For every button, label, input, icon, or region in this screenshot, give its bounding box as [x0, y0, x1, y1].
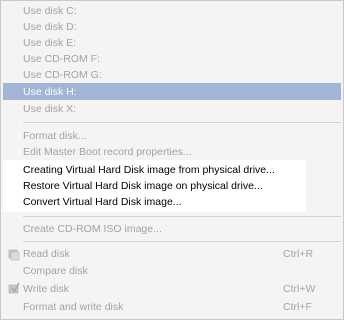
menu-separator — [23, 122, 341, 123]
menu-item-use-cdrom-f[interactable]: Use CD-ROM F: — [23, 51, 100, 67]
read-disk-shortcut: Ctrl+R — [283, 248, 314, 260]
menu-item-convert-vhd[interactable]: Convert Virtual Hard Disk image... — [23, 194, 182, 210]
format-write-shortcut: Ctrl+F — [283, 301, 312, 313]
menu-item-create-iso[interactable]: Create CD-ROM ISO image... — [23, 221, 162, 237]
menu-item-use-disk-c[interactable]: Use disk C: — [23, 3, 77, 19]
menu-item-format-disk[interactable]: Format disk... — [23, 128, 87, 144]
menu-item-read-disk[interactable]: Read disk — [23, 246, 70, 262]
menu-item-restore-vhd[interactable]: Restore Virtual Hard Disk image on physi… — [23, 178, 263, 194]
read-disk-icon — [7, 247, 21, 261]
menu-item-use-disk-x[interactable]: Use disk X: — [23, 101, 76, 117]
menu-item-use-disk-e[interactable]: Use disk E: — [23, 35, 76, 51]
menu-item-use-cdrom-g[interactable]: Use CD-ROM G: — [23, 67, 102, 83]
write-disk-shortcut: Ctrl+W — [283, 283, 316, 295]
menu-item-use-disk-d[interactable]: Use disk D: — [23, 19, 77, 35]
menu-separator — [23, 216, 341, 217]
menu-item-create-vhd[interactable]: Creating Virtual Hard Disk image from ph… — [23, 162, 275, 178]
context-menu: Use disk C: Use disk D: Use disk E: Use … — [0, 0, 344, 320]
menu-item-edit-mbr[interactable]: Edit Master Boot record properties... — [23, 144, 192, 160]
menu-item-compare-disk[interactable]: Compare disk — [23, 263, 88, 279]
menu-item-use-disk-h[interactable]: Use disk H: — [23, 84, 77, 100]
menu-item-format-write-disk[interactable]: Format and write disk — [23, 299, 123, 315]
menu-separator — [23, 241, 341, 242]
write-disk-icon — [7, 281, 21, 295]
menu-item-write-disk[interactable]: Write disk — [23, 281, 69, 297]
